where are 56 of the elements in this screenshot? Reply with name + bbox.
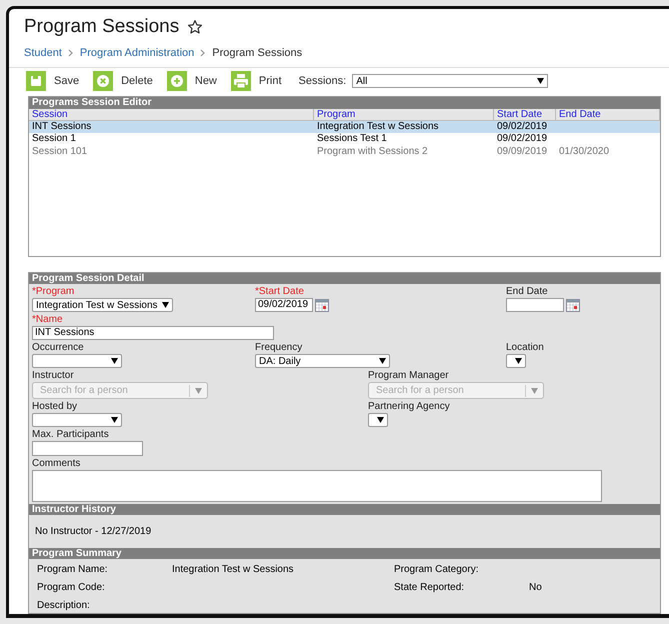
table-cell-text: Session 101 [31, 146, 88, 158]
dropdown[interactable]: Integration Test w Sessions [32, 298, 173, 312]
page-title: Program Sessions [24, 15, 180, 39]
field-label: *Start Date [255, 286, 304, 298]
column-header[interactable]: End Date [556, 108, 660, 120]
toolbar-button[interactable]: Print [230, 71, 282, 92]
column-header[interactable]: Program [314, 108, 494, 120]
table-cell-text: Session 1 [31, 133, 77, 146]
field-label: Frequency [255, 342, 302, 354]
summary-label: State Reported: [394, 581, 466, 595]
field-label: Max. Participants [32, 429, 109, 441]
field-label: *Name [32, 314, 63, 326]
column-header[interactable]: Session [29, 108, 314, 120]
summary-value: No [529, 581, 543, 595]
field-label: Comments [32, 458, 80, 470]
toolbar-button[interactable]: New [166, 71, 217, 92]
summary-label: Program Category: [394, 563, 480, 577]
table-cell-text: 09/09/2019 [496, 146, 548, 158]
table-cell-text: 09/02/2019 [496, 133, 548, 146]
text-field[interactable]: INT Sessions [32, 326, 274, 340]
breadcrumb-link[interactable]: Program Administration [80, 44, 194, 61]
history-entry: No Instructor - 12/27/2019 [35, 525, 152, 539]
field-label: End Date [506, 286, 548, 298]
field-label: Occurrence [32, 342, 84, 354]
field-label: Program Manager [368, 370, 449, 382]
column-header[interactable]: Start Date [494, 108, 556, 120]
breadcrumb-link[interactable]: Student [24, 44, 62, 61]
toolbar-button[interactable]: Delete [93, 71, 153, 92]
date-field[interactable]: 09/02/2019 [255, 298, 313, 312]
summary-label: Program Code: [37, 581, 106, 595]
panel-header: Program Summary [29, 548, 660, 559]
field-label: Partnering Agency [368, 401, 450, 413]
table-cell-text: 01/30/2020 [558, 146, 610, 158]
field-label: Hosted by [32, 401, 78, 413]
dropdown[interactable]: DA: Daily [255, 354, 390, 368]
summary-value: Integration Test w Sessions [172, 563, 295, 577]
field-label: *Program [32, 286, 74, 298]
table-row[interactable]: Session 101 Program with Sessions 2 09/09/2019 01/30/2020 [29, 146, 660, 158]
panel-header: Instructor History [29, 504, 660, 515]
table-cell-text: INT Sessions [31, 120, 92, 134]
sessions-dropdown[interactable]: All [352, 74, 548, 88]
table-cell-text: 09/02/2019 [496, 120, 548, 134]
panel-header: Program Session Detail [29, 273, 660, 284]
summary-label: Program Name: [37, 563, 109, 577]
breadcrumb-current: Program Sessions [212, 46, 302, 60]
summary-label: Description: [37, 599, 91, 613]
field-label: Location [506, 342, 544, 354]
field-label: Instructor [32, 370, 74, 382]
table-cell-text: Sessions Test 1 [316, 133, 388, 146]
toolbar-button[interactable]: Save [26, 71, 80, 92]
table-row[interactable]: INT Sessions Integration Test w Sessions 09/02/2019 [29, 120, 660, 134]
table-row[interactable]: Session 1 Sessions Test 1 09/02/2019 [29, 133, 660, 146]
table-cell-text: Program with Sessions 2 [316, 146, 429, 158]
table-cell-text: Integration Test w Sessions [316, 120, 440, 134]
panel-header: Programs Session Editor [29, 96, 660, 109]
filter-label: Sessions: [298, 74, 346, 90]
